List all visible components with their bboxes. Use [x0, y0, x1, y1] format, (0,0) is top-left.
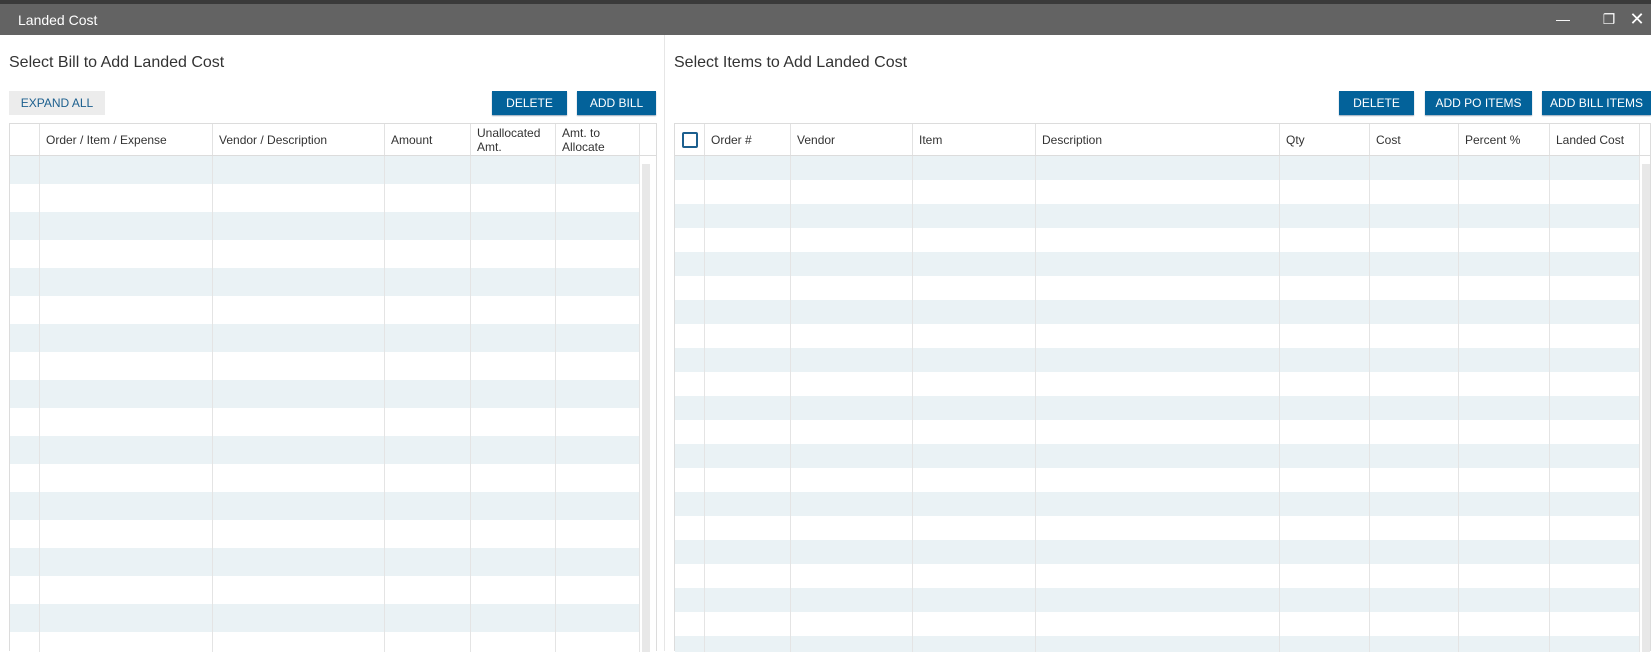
- column-header[interactable]: Amt. to Allocate: [556, 124, 640, 155]
- grid-header: Order / Item / Expense Vendor / Descripti…: [10, 124, 656, 156]
- table-row[interactable]: [10, 212, 640, 240]
- column-header[interactable]: Cost: [1370, 124, 1459, 155]
- table-row[interactable]: [675, 348, 1640, 372]
- restore-icon[interactable]: ❐: [1594, 7, 1624, 31]
- column-header[interactable]: Amount: [385, 124, 471, 155]
- select-all-header[interactable]: [675, 124, 705, 155]
- panel-divider[interactable]: [664, 35, 665, 651]
- table-row[interactable]: [675, 636, 1640, 652]
- column-divider: [470, 156, 471, 652]
- left-heading: Select Bill to Add Landed Cost: [9, 54, 225, 71]
- minimize-icon[interactable]: —: [1548, 7, 1578, 31]
- bills-grid[interactable]: Order / Item / Expense Vendor / Descripti…: [9, 123, 657, 652]
- table-row[interactable]: [10, 296, 640, 324]
- delete-bill-button[interactable]: DELETE: [492, 91, 567, 115]
- column-header[interactable]: Vendor / Description: [213, 124, 385, 155]
- right-heading: Select Items to Add Landed Cost: [674, 54, 908, 71]
- table-row[interactable]: [10, 240, 640, 268]
- add-po-items-button[interactable]: ADD PO ITEMS: [1425, 91, 1532, 115]
- column-header[interactable]: Order #: [705, 124, 791, 155]
- column-divider: [639, 156, 640, 652]
- column-header[interactable]: Unallocated Amt.: [471, 124, 556, 155]
- table-row[interactable]: [675, 252, 1640, 276]
- table-row[interactable]: [675, 396, 1640, 420]
- table-row[interactable]: [10, 604, 640, 632]
- title-bar: Landed Cost — ❐ ✕: [0, 4, 1651, 35]
- vertical-scrollbar[interactable]: [1642, 164, 1650, 652]
- column-header[interactable]: Percent %: [1459, 124, 1550, 155]
- table-row[interactable]: [10, 548, 640, 576]
- table-row[interactable]: [10, 576, 640, 604]
- table-row[interactable]: [675, 324, 1640, 348]
- column-divider: [1279, 156, 1280, 652]
- column-divider: [1369, 156, 1370, 652]
- add-bill-items-button[interactable]: ADD BILL ITEMS: [1542, 91, 1651, 115]
- select-all-checkbox[interactable]: [682, 131, 698, 148]
- table-row[interactable]: [675, 588, 1640, 612]
- table-row[interactable]: [10, 184, 640, 212]
- column-header[interactable]: Description: [1036, 124, 1280, 155]
- column-divider: [1458, 156, 1459, 652]
- table-row[interactable]: [10, 352, 640, 380]
- column-divider: [790, 156, 791, 652]
- table-row[interactable]: [675, 156, 1640, 180]
- table-row[interactable]: [675, 180, 1640, 204]
- table-row[interactable]: [675, 372, 1640, 396]
- column-header[interactable]: Qty: [1280, 124, 1370, 155]
- column-header[interactable]: [10, 124, 40, 155]
- table-row[interactable]: [675, 300, 1640, 324]
- column-header[interactable]: Order / Item / Expense: [40, 124, 213, 155]
- add-bill-button[interactable]: ADD BILL: [577, 91, 656, 115]
- items-grid[interactable]: Order # Vendor Item Description Qty Cost Perce…: [674, 123, 1651, 652]
- table-row[interactable]: [10, 520, 640, 548]
- table-row[interactable]: [675, 516, 1640, 540]
- table-row[interactable]: [10, 268, 640, 296]
- column-divider: [912, 156, 913, 652]
- grid-header: Order # Vendor Item Description Qty Cost Perce…: [675, 124, 1650, 156]
- column-header[interactable]: Item: [913, 124, 1036, 155]
- table-row[interactable]: [10, 492, 640, 520]
- table-row[interactable]: [675, 228, 1640, 252]
- table-row[interactable]: [10, 464, 640, 492]
- table-row[interactable]: [675, 540, 1640, 564]
- vertical-scrollbar[interactable]: [642, 164, 650, 652]
- table-row[interactable]: [10, 408, 640, 436]
- column-divider: [704, 156, 705, 652]
- window-title: Landed Cost: [18, 12, 98, 28]
- column-divider: [212, 156, 213, 652]
- table-row[interactable]: [675, 420, 1640, 444]
- table-row[interactable]: [675, 276, 1640, 300]
- table-row[interactable]: [675, 612, 1640, 636]
- column-divider: [1549, 156, 1550, 652]
- table-row[interactable]: [10, 632, 640, 652]
- table-row[interactable]: [10, 436, 640, 464]
- column-divider: [39, 156, 40, 652]
- column-header[interactable]: Landed Cost: [1550, 124, 1640, 155]
- column-divider: [1035, 156, 1036, 652]
- close-icon[interactable]: ✕: [1622, 7, 1651, 31]
- table-row[interactable]: [10, 156, 640, 184]
- expand-all-button[interactable]: EXPAND ALL: [9, 91, 105, 115]
- table-row[interactable]: [10, 324, 640, 352]
- table-row[interactable]: [675, 492, 1640, 516]
- table-row[interactable]: [675, 204, 1640, 228]
- table-row[interactable]: [675, 468, 1640, 492]
- column-divider: [1639, 156, 1640, 652]
- column-divider: [555, 156, 556, 652]
- delete-items-button[interactable]: DELETE: [1339, 91, 1414, 115]
- table-row[interactable]: [10, 380, 640, 408]
- table-row[interactable]: [675, 444, 1640, 468]
- table-row[interactable]: [675, 564, 1640, 588]
- column-header[interactable]: Vendor: [791, 124, 913, 155]
- column-divider: [384, 156, 385, 652]
